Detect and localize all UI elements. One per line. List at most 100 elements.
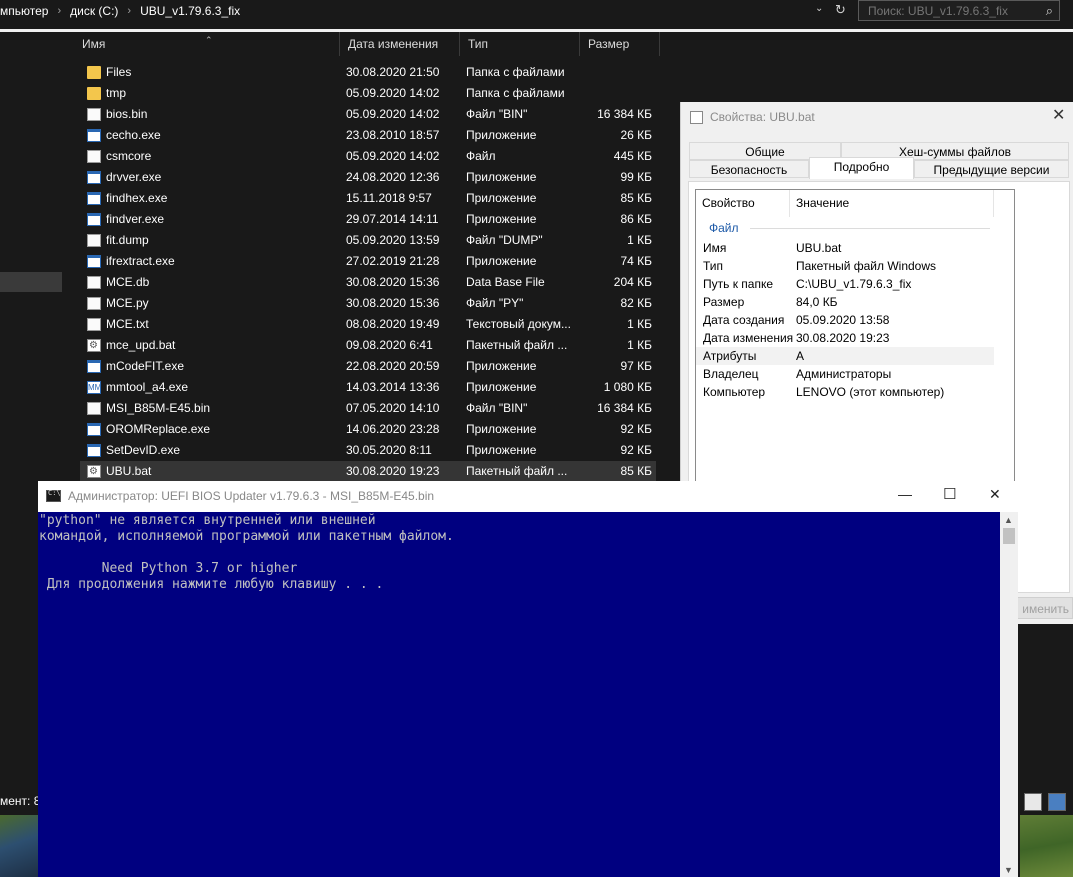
- tab-security[interactable]: Безопасность: [689, 160, 809, 178]
- file-row[interactable]: mCodeFIT.exe 22.08.2020 20:59 Приложение 97…: [80, 356, 656, 377]
- scroll-up-icon[interactable]: ▲: [1004, 515, 1013, 525]
- file-size: 1 080 КБ: [603, 380, 652, 394]
- file-type: Файл "DUMP": [466, 233, 543, 247]
- file-type: Приложение: [466, 128, 537, 142]
- file-row[interactable]: bios.bin 05.09.2020 14:02 Файл "BIN" 16 384…: [80, 104, 656, 125]
- file-row[interactable]: MCE.py 30.08.2020 15:36 Файл "PY" 82 КБ: [80, 293, 656, 314]
- column-header-label: Имя: [82, 37, 106, 51]
- application-icon: [87, 129, 101, 142]
- column-header-label: Свойство: [702, 196, 755, 210]
- search-box[interactable]: ⌕: [858, 0, 1060, 21]
- tab-details[interactable]: Подробно: [809, 157, 914, 179]
- file-date: 15.11.2018 9:57: [346, 191, 432, 205]
- file-row[interactable]: findver.exe 29.07.2014 14:11 Приложение 86 …: [80, 209, 656, 230]
- property-row[interactable]: Имя UBU.bat: [696, 239, 994, 257]
- minimize-icon[interactable]: —: [898, 486, 912, 502]
- file-name: OROMReplace.exe: [106, 422, 211, 436]
- dialog-title: Свойства: UBU.bat: [710, 110, 815, 124]
- file-type: Пакетный файл ...: [466, 464, 568, 478]
- window-title: Администратор: UEFI BIOS Updater v1.79.6…: [68, 489, 435, 503]
- column-header-date[interactable]: Дата изменения: [340, 32, 460, 56]
- scrollbar-thumb[interactable]: [1003, 528, 1015, 544]
- property-value: A: [796, 349, 805, 363]
- property-name: Дата создания: [703, 313, 785, 327]
- tab-previous-versions[interactable]: Предыдущие версии: [914, 160, 1069, 178]
- file-name: tmp: [106, 86, 127, 100]
- file-row[interactable]: cecho.exe 23.08.2010 18:57 Приложение 26 КБ: [80, 125, 656, 146]
- file-row[interactable]: MSI_B85M-E45.bin 07.05.2020 14:10 Файл "BI…: [80, 398, 656, 419]
- apply-button[interactable]: именить: [1011, 597, 1073, 619]
- file-row[interactable]: drvver.exe 24.08.2020 12:36 Приложение 99 К…: [80, 167, 656, 188]
- large-icons-view-icon[interactable]: [1048, 793, 1066, 811]
- chevron-right-icon[interactable]: ›: [127, 5, 131, 17]
- property-row[interactable]: Путь к папке C:\UBU_v1.79.6.3_fix: [696, 275, 994, 293]
- property-row[interactable]: Дата создания 05.09.2020 13:58: [696, 311, 994, 329]
- details-view-icon[interactable]: [1024, 793, 1042, 811]
- column-header-name[interactable]: Имя ⌃: [74, 32, 340, 56]
- column-header-value[interactable]: Значение: [790, 190, 994, 217]
- file-row[interactable]: tmp 05.09.2020 14:02 Папка с файлами: [80, 83, 656, 104]
- file-row[interactable]: UBU.bat 30.08.2020 19:23 Пакетный файл ...…: [80, 461, 656, 482]
- file-type: Папка с файлами: [466, 86, 565, 100]
- console-title-bar[interactable]: Администратор: UEFI BIOS Updater v1.79.6…: [38, 481, 1018, 512]
- close-icon[interactable]: ✕: [1052, 105, 1065, 125]
- console-output[interactable]: "python" не является внутренней или внеш…: [38, 512, 1000, 877]
- column-header-property[interactable]: Свойство: [696, 190, 790, 217]
- maximize-icon[interactable]: ☐: [943, 485, 956, 503]
- file-row[interactable]: fit.dump 05.09.2020 13:59 Файл "DUMP" 1 КБ: [80, 230, 656, 251]
- breadcrumb-item[interactable]: мпьютер: [0, 4, 48, 18]
- column-header-size[interactable]: Размер: [580, 32, 660, 56]
- property-name: Тип: [703, 259, 724, 273]
- refresh-icon[interactable]: ↻: [835, 2, 846, 18]
- property-row[interactable]: Атрибуты A: [696, 347, 994, 365]
- file-size: 92 КБ: [620, 422, 652, 436]
- property-name: Размер: [703, 295, 745, 309]
- file-row[interactable]: csmcore 05.09.2020 14:02 Файл 445 КБ: [80, 146, 656, 167]
- file-row[interactable]: MCE.db 30.08.2020 15:36 Data Base File 204 …: [80, 272, 656, 293]
- chevron-right-icon[interactable]: ›: [57, 5, 61, 17]
- property-row[interactable]: Дата изменения 30.08.2020 19:23: [696, 329, 994, 347]
- file-row[interactable]: SetDevID.exe 30.05.2020 8:11 Приложение 92 …: [80, 440, 656, 461]
- file-row[interactable]: Files 30.08.2020 21:50 Папка с файлами: [80, 62, 656, 83]
- column-header-type[interactable]: Тип: [460, 32, 580, 56]
- details-list[interactable]: Свойство Значение Файл Имя UBU.bat Тип Паке…: [695, 189, 1015, 483]
- file-name: drvver.exe: [106, 170, 162, 184]
- property-row[interactable]: Размер 84,0 КБ: [696, 293, 994, 311]
- search-icon[interactable]: ⌕: [1046, 3, 1053, 19]
- property-row[interactable]: Владелец Администраторы: [696, 365, 994, 383]
- file-row[interactable]: mce_upd.bat 09.08.2020 6:41 Пакетный файл …: [80, 335, 656, 356]
- close-icon[interactable]: ✕: [989, 486, 1001, 503]
- property-name: Имя: [703, 241, 727, 255]
- property-row[interactable]: Тип Пакетный файл Windows: [696, 257, 994, 275]
- tab-label: Общие: [745, 145, 785, 159]
- property-value: LENOVO (этот компьютер): [796, 385, 945, 399]
- property-value: 05.09.2020 13:58: [796, 313, 890, 327]
- file-name: fit.dump: [106, 233, 149, 247]
- file-row[interactable]: MCE.txt 08.08.2020 19:49 Текстовый докум..…: [80, 314, 656, 335]
- file-date: 05.09.2020 14:02: [346, 107, 440, 121]
- chevron-down-icon[interactable]: ⌄: [815, 3, 823, 14]
- file-size: 1 КБ: [627, 233, 652, 247]
- file-row[interactable]: ifrextract.exe 27.02.2019 21:28 Приложение…: [80, 251, 656, 272]
- tab-label: Хеш-суммы файлов: [898, 145, 1012, 159]
- file-size: 445 КБ: [613, 149, 652, 163]
- console-scrollbar[interactable]: ▲ ▼: [1000, 512, 1018, 877]
- file-type: Приложение: [466, 212, 537, 226]
- file-row[interactable]: MM mmtool_a4.exe 14.03.2014 13:36 Приложени…: [80, 377, 656, 398]
- breadcrumb-item[interactable]: диск (C:): [70, 4, 118, 18]
- file-date: 14.03.2014 13:36: [346, 380, 440, 394]
- file-name: MCE.txt: [106, 317, 149, 331]
- file-size: 92 КБ: [620, 443, 652, 457]
- file-row[interactable]: findhex.exe 15.11.2018 9:57 Приложение 85 К…: [80, 188, 656, 209]
- property-row[interactable]: Компьютер LENOVO (этот компьютер): [696, 383, 994, 401]
- breadcrumb-item[interactable]: UBU_v1.79.6.3_fix: [140, 4, 240, 18]
- nav-selected-item[interactable]: [0, 272, 62, 292]
- file-date: 30.08.2020 21:50: [346, 65, 440, 79]
- file-size: 1 КБ: [627, 338, 652, 352]
- file-date: 24.08.2020 12:36: [346, 170, 440, 184]
- application-icon: [87, 423, 101, 436]
- search-input[interactable]: [868, 3, 1038, 19]
- file-row[interactable]: OROMReplace.exe 14.06.2020 23:28 Приложени…: [80, 419, 656, 440]
- scroll-down-icon[interactable]: ▼: [1004, 865, 1013, 875]
- file-date: 27.02.2019 21:28: [346, 254, 440, 268]
